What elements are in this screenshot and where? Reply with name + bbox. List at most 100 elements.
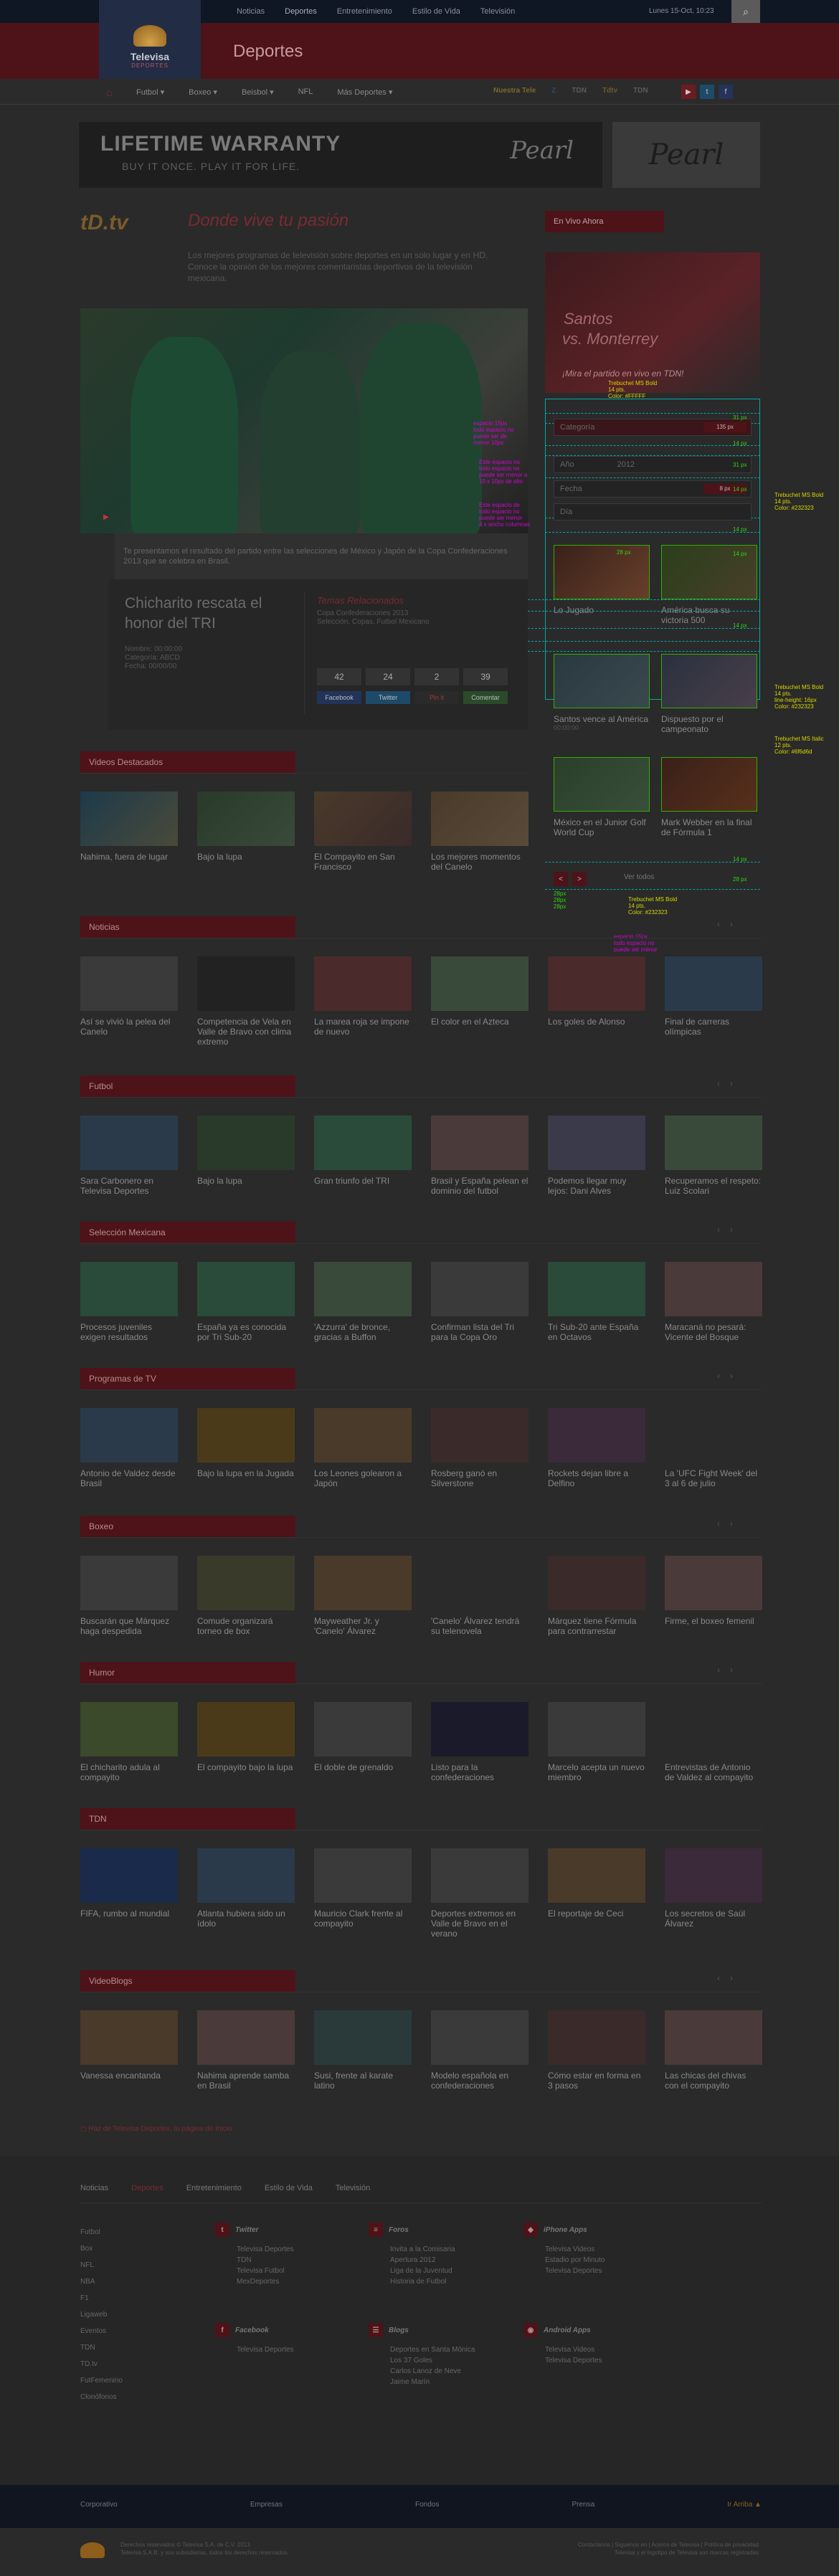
news-card[interactable]: Firme, el boxeo femenil [665,1556,762,1626]
filter-category[interactable]: Categoría 135 px [554,419,752,436]
footer-link[interactable]: Televisa Deportes [215,2244,293,2255]
video-card[interactable]: El Compayito en San Francisco [314,792,412,872]
news-card[interactable]: La marea roja se impone de nuevo [314,956,412,1037]
footer-link[interactable]: Ligaweb [80,2306,123,2323]
news-card[interactable]: Susi, frente al karate latino [314,2010,412,2091]
facebook-share-button[interactable]: Facebook [317,691,361,704]
partner-logo[interactable]: TDN [630,85,651,98]
footer-link[interactable]: NFL [80,2257,123,2273]
news-card[interactable]: Los secretos de Saúl Álvarez [665,1848,762,1929]
footer-nav-item[interactable]: Noticias [80,2184,108,2192]
news-card[interactable]: Marcelo acepta un nuevo miembro [548,1702,645,1782]
home-icon[interactable]: ⌂ [106,87,112,98]
nav-futbol[interactable]: Futbol ▾ [136,87,164,97]
top-nav-deportes[interactable]: Deportes [285,7,317,16]
corp-link[interactable]: Prensa [572,2501,594,2509]
section-arrows[interactable]: ‹› [717,919,743,929]
video-card[interactable]: Los mejores momentos del Canelo [431,792,528,872]
pager-next[interactable]: > [572,872,587,886]
top-nav-noticias[interactable]: Noticias [237,7,265,16]
footer-link[interactable]: Televisa Deportes [523,2355,602,2366]
top-nav-television[interactable]: Televisión [480,7,515,16]
footer-link[interactable]: TDN [80,2339,123,2356]
footer-link[interactable]: Liga de la Juventud [369,2266,455,2276]
footer-link[interactable]: Apertura 2012 [369,2255,455,2266]
news-card[interactable]: Vanessa encantanda [80,2010,178,2081]
nav-mas-deportes[interactable]: Más Deportes ▾ [337,87,392,97]
related-link[interactable]: Selección, Copas, Futbol Mexicano [317,618,430,627]
news-card[interactable]: Bajo la lupa en la Jugada [197,1408,295,1478]
news-card[interactable]: Mayweather Jr. y 'Canelo' Álvarez [314,1556,412,1636]
news-card[interactable]: Comude organizará torneo de box [197,1556,295,1636]
section-arrows[interactable]: ‹› [717,1225,743,1235]
ad-banner[interactable]: LIFETIME WARRANTY BUY IT ONCE. PLAY IT F… [79,122,760,188]
footer-link[interactable]: TD.tv [80,2356,123,2372]
nav-nfl[interactable]: NFL [298,87,313,96]
footer-link[interactable]: Box [80,2240,123,2257]
news-card[interactable]: Mauricio Clark frente al compayito [314,1848,412,1929]
footer-link[interactable]: Futbol [80,2224,123,2240]
top-nav-estilo[interactable]: Estilo de Vida [412,7,460,16]
footer-link[interactable]: Clonófonos [80,2389,123,2405]
footer-link[interactable]: FutFemenino [80,2372,123,2389]
news-card[interactable]: Recuperamos el respeto: Luiz Scolari [665,1116,762,1196]
related-link[interactable]: Copa Confederaciones 2013 [317,609,430,618]
news-card[interactable]: Final de carreras olímpicas [665,956,762,1037]
news-card[interactable]: Listo para la confederaciones [431,1702,528,1782]
news-card[interactable]: Rosberg ganó en Silverstone [431,1408,528,1488]
news-card[interactable]: El color en el Azteca [431,956,528,1027]
filter-button[interactable]: 135 px [703,422,746,432]
top-nav-entretenimiento[interactable]: Entretenimiento [337,7,392,16]
corp-link[interactable]: Fondos [415,2501,439,2509]
footer-nav-item[interactable]: Televisión [336,2184,370,2192]
televisa-logo[interactable]: Televisa DEPORTES [99,0,201,79]
news-card[interactable]: Atlanta hubiera sido un ídolo [197,1848,295,1929]
legal-links[interactable]: Contáctanos | Síguenos en | Acerca de Te… [578,2541,759,2557]
partner-logo[interactable]: Tdtv [599,85,620,98]
news-card[interactable]: Cómo estar en forma en 3 pasos [548,2010,645,2091]
news-card[interactable]: El reportaje de Ceci [548,1848,645,1919]
footer-link[interactable]: TDN [215,2255,293,2266]
footer-link[interactable]: Los 37 Goles [369,2355,475,2366]
news-card[interactable]: Rockets dejan libre a Delfino [548,1408,645,1488]
hero-video[interactable]: ▶ [80,308,528,533]
video-card[interactable]: Nahima, fuera de lugar [80,792,178,862]
footer-link[interactable]: Historia de Futbol [369,2276,455,2287]
twitter-icon[interactable]: t [700,85,714,99]
pager-more[interactable]: Ver todos [624,873,654,881]
footer-link[interactable]: Estadio por Minuto [523,2255,605,2266]
news-card[interactable]: Entrevistas de Antonio de Valdez al comp… [665,1702,762,1782]
section-arrows[interactable]: ‹› [717,1665,743,1675]
filter-day[interactable]: Día [554,503,752,521]
footer-link[interactable]: Jaime Marín [369,2377,475,2387]
partner-logo[interactable]: Nuestra Tele [490,85,539,98]
twitter-share-button[interactable]: Twitter [366,691,410,704]
ad-main[interactable]: LIFETIME WARRANTY BUY IT ONCE. PLAY IT F… [79,122,602,188]
news-card[interactable]: Sara Carbonero en Televisa Deportes [80,1116,178,1196]
news-card[interactable]: FIFA, rumbo al mundial [80,1848,178,1919]
news-card[interactable]: Los goles de Alonso [548,956,645,1027]
video-card[interactable]: Bajo la lupa [197,792,295,862]
news-card[interactable]: Gran triunfo del TRI [314,1116,412,1186]
footer-link[interactable]: NBA [80,2273,123,2290]
pinterest-share-button[interactable]: Pin it [414,691,459,704]
news-card[interactable]: Confirman lista del Tri para la Copa Oro [431,1262,528,1342]
news-card[interactable]: Deportes extremos en Valle de Bravo en e… [431,1848,528,1939]
comment-button[interactable]: Comentar [463,691,508,704]
section-arrows[interactable]: ‹› [717,1078,743,1088]
footer-link[interactable]: Televisa Videos [523,2344,602,2355]
footer-link[interactable]: Eventos [80,2323,123,2339]
play-icon[interactable]: ▶ [103,513,112,522]
footer-link[interactable]: F1 [80,2290,123,2306]
news-card[interactable]: Los Leones golearon a Japón [314,1408,412,1488]
footer-link[interactable]: MexDeportes [215,2276,293,2287]
live-banner[interactable]: Santos vs. Monterrey ¡Mira el partido en… [545,252,760,393]
news-card[interactable]: El chicharito adula al compayito [80,1702,178,1782]
footer-link[interactable]: Televisa Futbol [215,2266,293,2276]
search-button[interactable]: ⌕ [731,0,760,23]
article-title[interactable]: Chicharito rescata el honor del TRI [125,594,283,634]
news-card[interactable]: Modelo española en confederaciones [431,2010,528,2091]
youtube-icon[interactable]: ▶ [681,85,696,99]
filter-year[interactable]: Año 2012 [554,456,752,473]
news-card[interactable]: Buscarán que Márquez haga despedida [80,1556,178,1636]
